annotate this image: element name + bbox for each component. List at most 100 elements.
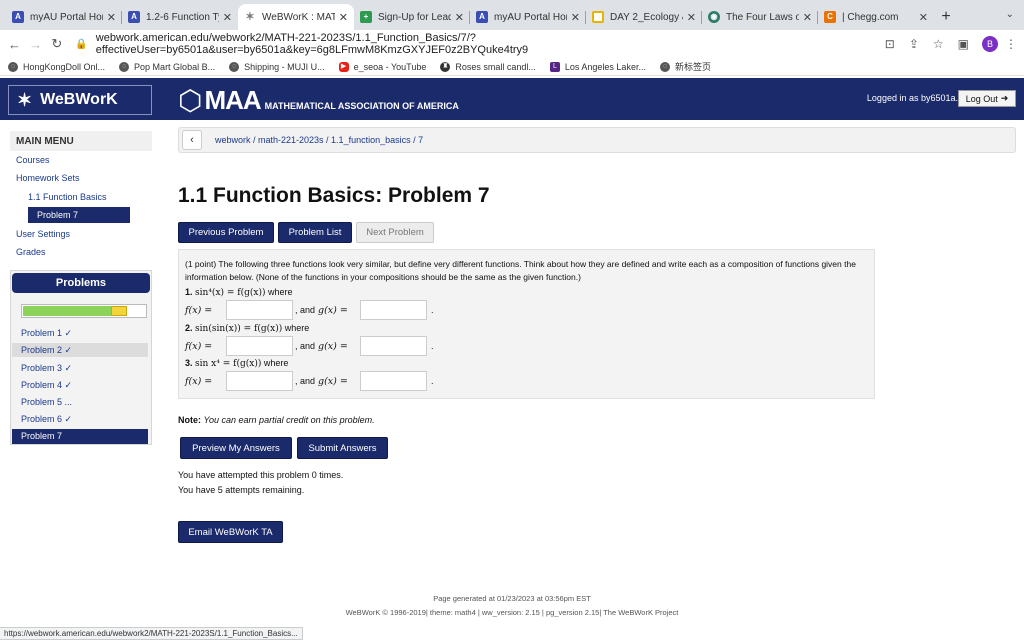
problem-list-item[interactable]: Problem 6 ✓	[21, 414, 72, 425]
answer-f-1[interactable]	[226, 300, 293, 320]
and-text: , and	[295, 376, 316, 386]
sidebar-item-current-problem[interactable]: Problem 7	[28, 207, 130, 223]
and-text: , and	[295, 341, 316, 351]
close-tab-icon[interactable]: ✕	[223, 11, 232, 24]
breadcrumb-path[interactable]: webwork / math-221-2023s / 1.1_function_…	[215, 135, 423, 145]
answer-f-3[interactable]	[226, 371, 293, 391]
browser-tab-active[interactable]: ✶WeBWorK : MATH✕	[238, 4, 354, 30]
problems-header: Problems	[12, 273, 150, 293]
browser-tab[interactable]: DAY 2_Ecology & ✕	[586, 4, 702, 30]
problem-body: (1 point) The following three functions …	[178, 249, 875, 399]
chevron-left-icon[interactable]: ‹	[182, 130, 202, 150]
problem-list-button[interactable]: Problem List	[278, 222, 352, 243]
globe-icon: ◌	[229, 61, 240, 72]
g-label: g(x) =	[318, 305, 348, 316]
bookmark-item[interactable]: ◌ Pop Mart Global B...	[119, 61, 215, 72]
browser-tab[interactable]: A 1.2-6 Function Ty ✕	[122, 4, 238, 30]
problem-list-item[interactable]: Problem 5 ...	[21, 397, 72, 407]
partial-credit-note: Note: You can earn partial credit on thi…	[178, 415, 375, 425]
browser-tab[interactable]: AmyAU Portal Hom ✕	[6, 4, 122, 30]
lakers-icon: L	[549, 61, 560, 72]
bookmarks-bar: ◌ HongKongDoll Onl... ◌ Pop Mart Global B.…	[0, 58, 1024, 76]
submit-answers-button[interactable]: Submit Answers	[297, 437, 388, 459]
share-icon[interactable]: ⇪	[909, 37, 919, 51]
problem-list-item[interactable]: Problem 4 ✓	[21, 380, 72, 391]
address-bar: ← → ↻ 🔒 webwork.american.edu/webwork2/MA…	[0, 30, 1024, 58]
close-tab-icon[interactable]: ✕	[571, 11, 580, 24]
bookmark-item[interactable]: ◌ HongKongDoll Onl...	[8, 61, 105, 72]
previous-problem-button[interactable]: Previous Problem	[178, 222, 274, 243]
close-tab-icon[interactable]: ✕	[919, 11, 928, 24]
remaining-text: You have 5 attempts remaining.	[178, 485, 305, 495]
browser-tab[interactable]: ◉ The Four Laws of ✕	[702, 4, 818, 30]
forward-arrow-icon[interactable]: →	[25, 37, 46, 52]
webwork-logo[interactable]: ✶ WeBWorK	[8, 85, 152, 115]
logout-button[interactable]: Log Out ➜	[958, 90, 1016, 107]
back-arrow-icon[interactable]: ←	[4, 37, 25, 52]
answer-g-3[interactable]	[360, 371, 427, 391]
f-label: f(x) =	[185, 305, 213, 316]
sidebar-panel-icon[interactable]: ▣	[958, 37, 969, 51]
close-tab-icon[interactable]: ✕	[339, 11, 348, 24]
au-icon: A	[476, 11, 488, 23]
attempts-text: You have attempted this problem 0 times.	[178, 470, 344, 480]
kebab-menu-icon[interactable]: ⋮	[1005, 37, 1017, 51]
browser-tab[interactable]: AmyAU Portal Hom ✕	[470, 4, 586, 30]
close-tab-icon[interactable]: ✕	[107, 11, 116, 24]
page-generated-text: Page generated at 01/23/2023 at 03:56pm …	[433, 594, 591, 603]
close-tab-icon[interactable]: ✕	[455, 11, 464, 24]
answer-g-1[interactable]	[360, 300, 427, 320]
browser-tab-bar: AmyAU Portal Hom ✕ A 1.2-6 Function Ty ✕ ✶ W…	[0, 0, 1024, 30]
maa-logo[interactable]: ⬡ MAA MATHEMATICAL ASSOCIATION OF AMERIC…	[178, 83, 459, 117]
translate-icon[interactable]: ⊡	[885, 37, 895, 51]
plus-icon: +	[360, 11, 372, 23]
sidebar-item-set[interactable]: 1.1 Function Basics	[28, 192, 107, 202]
email-ta-button[interactable]: Email WeBWorK TA	[178, 521, 283, 543]
preview-answers-button[interactable]: Preview My Answers	[180, 437, 292, 459]
url-field[interactable]: 🔒 webwork.american.edu/webwork2/MATH-221…	[75, 32, 872, 56]
bookmark-item[interactable]: ◌ 新标签页	[659, 60, 711, 73]
status-bar-url: https://webwork.american.edu/webwork2/MA…	[0, 627, 303, 640]
logged-in-text: Logged in as by6501a.	[866, 93, 958, 103]
url-text[interactable]: webwork.american.edu/webwork2/MATH-221-2…	[96, 32, 872, 56]
sidebar-item-grades[interactable]: Grades	[16, 247, 46, 257]
new-tab-icon[interactable]: +	[934, 4, 958, 30]
problem-list-item-current[interactable]: Problem 7	[12, 429, 148, 444]
problem-list-item[interactable]: Problem 1 ✓	[21, 328, 72, 339]
problem-part-1: 1. sin⁴(x) = f(g(x)) where	[185, 287, 293, 298]
tab-search-chevron-icon[interactable]: ⌄	[1006, 9, 1014, 20]
problems-panel: Problems Problem 1 ✓ Problem 2 ✓ Problem…	[10, 270, 152, 445]
sidebar-item-homework-sets[interactable]: Homework Sets	[16, 173, 80, 183]
bookmark-item[interactable]: ◌ Shipping - MUJI U...	[229, 61, 325, 72]
candle-icon: ♜	[440, 61, 451, 72]
problem-list-item[interactable]: Problem 2 ✓	[12, 343, 148, 357]
breadcrumb: ‹ webwork / math-221-2023s / 1.1_functio…	[178, 127, 1016, 153]
globe-icon: ◌	[8, 61, 18, 72]
progress-bar	[21, 304, 147, 318]
bookmark-item[interactable]: L Los Angeles Laker...	[549, 61, 646, 72]
browser-tab[interactable]: + Sign-Up for Lead ✕	[354, 4, 470, 30]
period: .	[431, 305, 434, 315]
bookmark-star-icon[interactable]: ☆	[933, 37, 944, 51]
globe-icon: ◉	[708, 11, 720, 23]
sidebar-item-courses[interactable]: Courses	[16, 155, 50, 165]
f-label: f(x) =	[185, 376, 213, 387]
main-menu-header: MAIN MENU	[10, 131, 152, 151]
globe-icon: ◌	[659, 61, 670, 72]
page-title: 1.1 Function Basics: Problem 7	[178, 184, 490, 207]
progress-bar-fill	[23, 306, 111, 316]
globe-icon: ◌	[119, 61, 130, 72]
browser-tab[interactable]: C | Chegg.com ✕	[818, 4, 934, 30]
bookmark-item[interactable]: ▶ e_seoa - YouTube	[338, 61, 426, 72]
sidebar-item-user-settings[interactable]: User Settings	[16, 229, 70, 239]
close-tab-icon[interactable]: ✕	[803, 11, 812, 24]
problem-list-item[interactable]: Problem 3 ✓	[21, 363, 72, 374]
problem-part-3: 3. sin x⁴ = f(g(x)) where	[185, 358, 289, 369]
answer-f-2[interactable]	[226, 336, 293, 356]
logout-icon: ➜	[1000, 93, 1009, 103]
bookmark-item[interactable]: ♜ Roses small candl...	[440, 61, 536, 72]
close-tab-icon[interactable]: ✕	[687, 11, 696, 24]
profile-avatar[interactable]: B	[982, 36, 998, 52]
reload-icon[interactable]: ↻	[46, 36, 67, 52]
answer-g-2[interactable]	[360, 336, 427, 356]
